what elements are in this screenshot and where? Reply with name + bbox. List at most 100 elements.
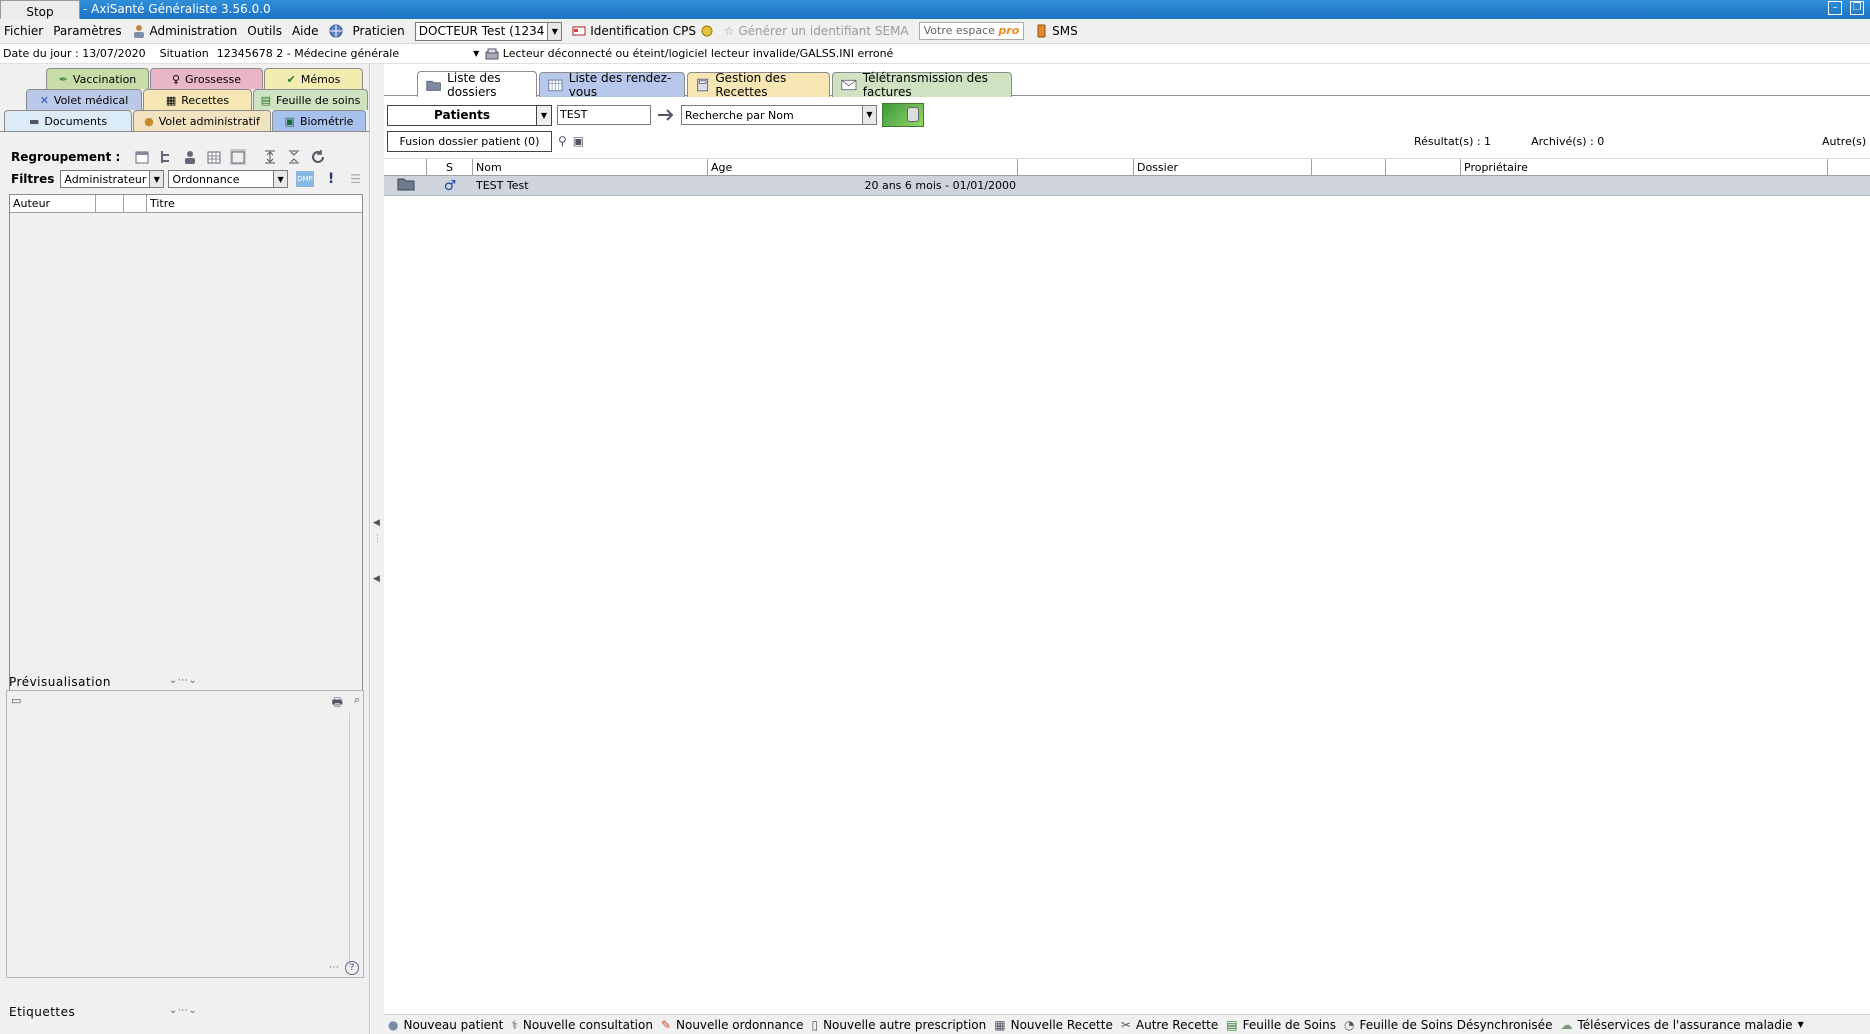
care-sheet-icon: ▤ xyxy=(260,93,272,107)
feuille-de-soins-desync-button[interactable]: ◔ Feuille de Soins Désynchronisée xyxy=(1344,1018,1552,1032)
tab-gestion-recettes[interactable]: Gestion des Recettes xyxy=(687,71,830,99)
praticien-select[interactable]: DOCTEUR Test (1234 ▼ xyxy=(414,21,563,41)
pregnancy-icon: ♀ xyxy=(171,72,181,86)
column-s[interactable]: S xyxy=(427,159,473,175)
male-sex-icon: ♂ xyxy=(443,177,457,194)
column-titre[interactable]: Titre xyxy=(147,195,362,212)
column-dossier[interactable]: Dossier xyxy=(1134,159,1312,175)
tab-vaccination[interactable]: ✒ Vaccination xyxy=(46,68,149,89)
panel-splitter[interactable]: ◀ ⋮⋮ ◀ xyxy=(371,64,391,1034)
folder-icon xyxy=(426,80,441,91)
column-blank-3[interactable] xyxy=(1386,159,1461,175)
search-input[interactable]: TEST xyxy=(557,105,651,125)
link-patient-icon[interactable]: ⚲ xyxy=(558,134,567,148)
expand-left-icon[interactable]: ◀ xyxy=(373,574,380,584)
column-proprietaire[interactable]: Propriétaire xyxy=(1461,159,1828,175)
tab-biometrie-label: Biométrie xyxy=(299,114,354,128)
collapse-icon[interactable]: ⌄⋯⌄ xyxy=(169,1005,197,1016)
nouvelle-autre-prescription-button[interactable]: ▯ Nouvelle autre prescription xyxy=(811,1018,986,1032)
nouvelle-recette-button[interactable]: ▦ Nouvelle Recette xyxy=(994,1018,1113,1032)
calendar-month-icon[interactable] xyxy=(206,149,222,165)
patients-selector[interactable]: Patients ▼ xyxy=(387,104,552,126)
menu-administration[interactable]: Administration xyxy=(132,24,237,39)
nouvelle-consultation-button[interactable]: ⚕ Nouvelle consultation xyxy=(511,1018,653,1032)
generer-sema-button[interactable]: ☆ Générer un identifiant SEMA xyxy=(724,24,909,38)
calendar-day-icon[interactable] xyxy=(134,149,150,165)
preview-screen-icon[interactable]: ▭ xyxy=(11,694,21,707)
filter-type-select[interactable]: Ordonnance ▼ xyxy=(168,170,289,188)
tab-volet-medical[interactable]: ✕ Volet médical xyxy=(26,89,142,110)
collapse-icon[interactable]: ⌄⋯⌄ xyxy=(169,675,197,686)
search-mode-select[interactable]: Recherche par Nom ▼ xyxy=(681,105,877,125)
help-icon[interactable]: ? xyxy=(345,961,359,975)
column-nom[interactable]: Nom xyxy=(473,159,708,175)
preview-vscrollbar[interactable] xyxy=(349,713,363,967)
column-blank-1[interactable] xyxy=(96,195,124,212)
list-icon[interactable]: ☰ xyxy=(350,172,361,186)
alert-icon[interactable]: ! xyxy=(328,171,334,187)
column-age[interactable]: Age xyxy=(708,159,1018,175)
menu-aide[interactable]: Aide xyxy=(292,24,319,38)
person-icon: ● xyxy=(144,114,154,128)
column-icon[interactable] xyxy=(384,159,427,175)
tab-biometrie[interactable]: ▣ Biométrie xyxy=(272,110,366,131)
more-icon[interactable]: ⋯ xyxy=(329,962,339,973)
sms-button[interactable]: SMS xyxy=(1034,24,1078,39)
globe-icon[interactable] xyxy=(329,24,343,38)
zoom-icon[interactable]: ⌕ xyxy=(354,693,360,707)
current-date: Date du jour : 13/07/2020 xyxy=(3,47,146,60)
tab-recettes[interactable]: ▦ Recettes xyxy=(143,89,252,110)
chevron-down-icon: ▼ xyxy=(273,171,288,187)
nouvelle-ordonnance-button[interactable]: ✎ Nouvelle ordonnance xyxy=(661,1018,804,1032)
nouvelle-consultation-label: Nouvelle consultation xyxy=(522,1017,653,1032)
tab-feuille-de-soins[interactable]: ▤ Feuille de soins xyxy=(253,89,368,110)
collapse-left-icon[interactable]: ◀ xyxy=(373,518,380,528)
fusion-dossier-button[interactable]: Fusion dossier patient (0) xyxy=(387,130,552,152)
tab-liste-rendez-vous[interactable]: Liste des rendez-vous xyxy=(539,71,685,99)
collapse-all-icon[interactable] xyxy=(286,149,302,165)
column-blank-4 xyxy=(1828,159,1870,175)
dmp-icon[interactable]: DMP xyxy=(296,171,314,187)
feuille-de-soins-button[interactable]: ▤ Feuille de Soins xyxy=(1226,1018,1336,1032)
tab-liste-dossiers[interactable]: Liste des dossiers xyxy=(417,71,537,99)
tab-grossesse[interactable]: ♀ Grossesse xyxy=(150,68,263,89)
column-blank-1[interactable] xyxy=(1018,159,1134,175)
window-controls: – ❐ xyxy=(1828,1,1864,15)
teleservices-button[interactable]: ☁ Téléservices de l'assurance maladie ▼ xyxy=(1560,1018,1803,1032)
print-icon[interactable]: 🖶 xyxy=(332,693,343,714)
refresh-icon[interactable] xyxy=(310,149,326,165)
menu-fichier[interactable]: Fichier xyxy=(4,24,43,38)
tab-documents[interactable]: ▬ Documents xyxy=(4,110,132,132)
table-row[interactable]: ♂ TEST Test 20 ans 6 mois - 01/01/2000 xyxy=(384,176,1870,196)
filter-author-select[interactable]: Administrateur ▼ xyxy=(60,170,165,188)
tree-icon[interactable] xyxy=(158,149,174,165)
menu-parametres[interactable]: Paramètres xyxy=(53,24,121,38)
column-blank-2[interactable] xyxy=(124,195,147,212)
tab-teletransmission[interactable]: Télétransmission des factures xyxy=(832,71,1012,99)
tab-memos[interactable]: ✔ Mémos xyxy=(264,68,363,89)
documents-list[interactable]: Auteur Titre xyxy=(9,194,363,738)
chevron-down-icon[interactable]: ▼ xyxy=(537,104,552,126)
carte-vitale-button[interactable] xyxy=(882,103,924,127)
espace-pro-button[interactable]: Votre espace pro xyxy=(918,22,1025,40)
situation-value: 12345678 2 - Médecine générale xyxy=(216,47,400,60)
situation-dropdown-icon[interactable]: ▼ xyxy=(473,49,479,58)
tab-volet-administratif[interactable]: ● Volet administratif xyxy=(133,110,271,131)
restore-icon[interactable]: ❐ xyxy=(1850,1,1864,15)
user-icon[interactable] xyxy=(182,149,198,165)
patients-button[interactable]: Patients xyxy=(387,104,537,126)
calculator-icon: ▦ xyxy=(165,93,177,107)
minimize-icon[interactable]: – xyxy=(1828,1,1842,15)
patients-grid[interactable]: S Nom Age Dossier Propriétaire ♂ TEST Te… xyxy=(384,158,1870,1034)
patient-card-icon[interactable]: ▣ xyxy=(573,134,584,148)
calendar-year-icon[interactable] xyxy=(230,149,247,165)
expand-all-icon[interactable] xyxy=(262,149,278,165)
column-auteur[interactable]: Auteur xyxy=(10,195,96,212)
nouveau-patient-button[interactable]: ● Nouveau patient xyxy=(388,1018,503,1032)
menu-outils[interactable]: Outils xyxy=(247,24,282,38)
column-blank-2[interactable] xyxy=(1312,159,1386,175)
autre-recette-button[interactable]: ✂ Autre Recette xyxy=(1121,1018,1218,1032)
identification-cps-button[interactable]: Identification CPS xyxy=(572,24,713,39)
identification-cps-label: Identification CPS xyxy=(590,23,696,38)
arrow-right-icon[interactable] xyxy=(656,107,676,123)
